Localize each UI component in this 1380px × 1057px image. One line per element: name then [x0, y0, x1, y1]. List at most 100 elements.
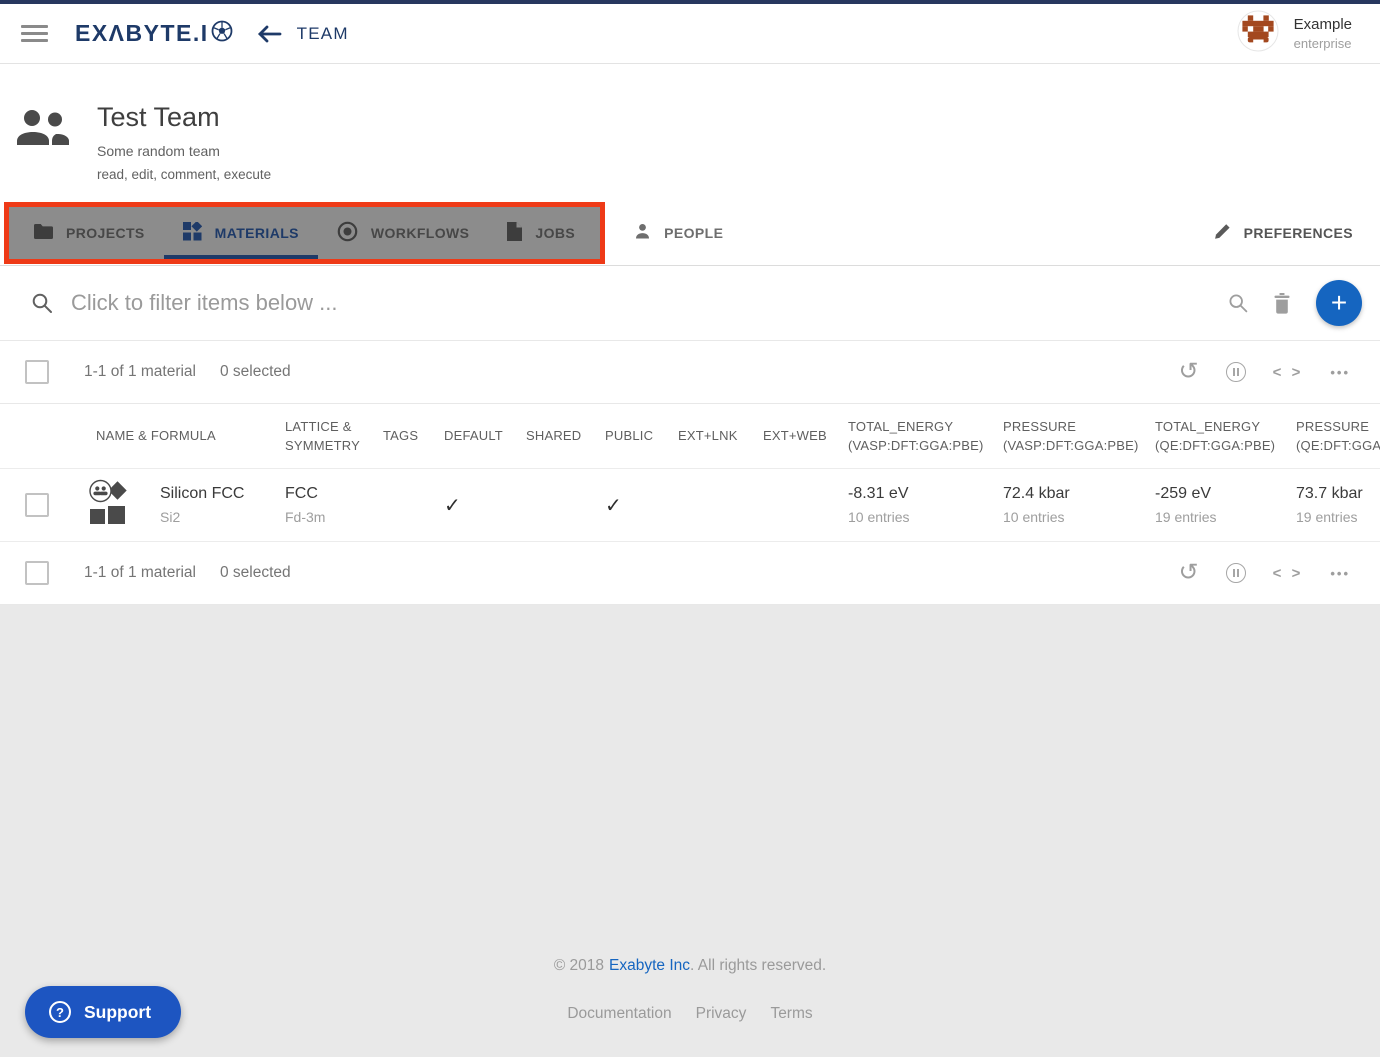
tab-workflows-label: WORKFLOWS — [371, 225, 469, 241]
folder-icon — [34, 224, 53, 242]
col-default[interactable]: DEFAULT — [432, 426, 512, 446]
code-brackets-icon[interactable]: < > — [1273, 565, 1304, 582]
pagination-range: 1-1 of 1 material — [84, 363, 196, 381]
app-window: EXΛBYTE.I TEAM — [0, 0, 1380, 1057]
col-shared[interactable]: SHARED — [512, 426, 592, 446]
row-checkbox[interactable] — [25, 493, 49, 517]
search-button[interactable] — [1228, 293, 1248, 313]
account-menu[interactable]: Example enterprise — [1237, 10, 1352, 57]
tab-projects-label: PROJECTS — [66, 225, 145, 241]
avatar — [1237, 10, 1279, 57]
refresh-undo-icon[interactable]: ↺ — [1179, 360, 1199, 384]
team-description: Some random team — [97, 143, 271, 159]
code-brackets-icon[interactable]: < > — [1273, 364, 1304, 381]
tab-jobs[interactable]: JOBS — [488, 207, 594, 259]
filter-bar: Click to filter items below ... + — [0, 266, 1380, 341]
col-lattice-symmetry[interactable]: LATTICE & SYMMETRY — [270, 417, 370, 456]
link-terms[interactable]: Terms — [770, 1005, 812, 1023]
col-ext-lnk[interactable]: EXT+LNK — [666, 426, 750, 446]
pagination-range-bottom: 1-1 of 1 material — [84, 564, 196, 582]
pressure-vasp-value: 72.4 kbar — [1003, 485, 1142, 503]
hamburger-menu-icon[interactable] — [21, 21, 48, 46]
material-symmetry: Fd-3m — [285, 509, 370, 525]
material-formula: Si2 — [160, 509, 244, 525]
copyright-line: © 2018 Exabyte Inc. All rights reserved. — [0, 605, 1380, 975]
plus-icon: + — [1331, 289, 1347, 317]
total-energy-vasp-entries: 10 entries — [848, 509, 990, 525]
team-header: Test Team Some random team read, edit, c… — [0, 64, 1380, 200]
pagination-row-bottom: 1-1 of 1 material 0 selected ↺ < > ••• — [0, 542, 1380, 605]
col-ext-web[interactable]: EXT+WEB — [750, 426, 836, 446]
document-icon — [507, 222, 522, 244]
page-title: TEAM — [297, 24, 349, 44]
back-arrow-icon[interactable] — [256, 24, 282, 44]
total-energy-vasp-value: -8.31 eV — [848, 485, 990, 503]
tab-jobs-label: JOBS — [535, 225, 575, 241]
material-name: Silicon FCC — [160, 485, 244, 503]
more-options-icon[interactable]: ••• — [1330, 365, 1350, 380]
tab-preferences[interactable]: PREFERENCES — [1195, 200, 1372, 265]
refresh-undo-icon[interactable]: ↺ — [1179, 561, 1199, 585]
exabyte-logo[interactable]: EXΛBYTE.I — [75, 19, 234, 49]
copyright-suffix: . All rights reserved. — [690, 957, 826, 974]
filter-input[interactable]: Click to filter items below ... — [71, 290, 1228, 316]
company-link[interactable]: Exabyte Inc — [609, 957, 690, 974]
select-all-checkbox[interactable] — [25, 360, 49, 384]
col-pressure-vasp[interactable]: PRESSURE (VASP:DFT:GGA:PBE) — [990, 417, 1142, 456]
tab-materials[interactable]: MATERIALS — [164, 207, 318, 259]
material-blocks-icon — [86, 478, 134, 533]
public-checkmark-icon: ✓ — [592, 493, 666, 518]
select-all-checkbox-bottom[interactable] — [25, 561, 49, 585]
tab-bar: PROJECTS MATERIALS WORKFLOWS JOBS — [0, 200, 1380, 266]
legal-links: Documentation Privacy Terms — [0, 1005, 1380, 1023]
tab-people[interactable]: PEOPLE — [615, 200, 742, 265]
support-button[interactable]: ? Support — [25, 986, 181, 1038]
topbar: EXΛBYTE.I TEAM — [0, 4, 1380, 64]
pagination-selected-count: 0 selected — [220, 363, 291, 381]
user-account-type: enterprise — [1294, 36, 1352, 51]
total-energy-qe-entries: 19 entries — [1155, 509, 1284, 525]
support-label: Support — [84, 1002, 151, 1023]
pencil-icon — [1214, 223, 1231, 243]
copyright-prefix: © 2018 — [554, 957, 604, 974]
table-row[interactable]: Silicon FCC Si2 FCC Fd-3m ✓ ✓ -8.31 eV 1… — [0, 469, 1380, 542]
total-energy-qe-value: -259 eV — [1155, 485, 1284, 503]
pagination-row-top: 1-1 of 1 material 0 selected ↺ < > ••• — [0, 341, 1380, 404]
col-total-energy-qe[interactable]: TOTAL_ENERGY (QE:DFT:GGA:PBE) — [1142, 417, 1284, 456]
col-pressure-qe[interactable]: PRESSURE (QE:DFT:GGA:PBE) — [1284, 417, 1380, 456]
more-options-icon[interactable]: ••• — [1330, 566, 1350, 581]
help-icon: ? — [49, 1001, 71, 1023]
pagination-selected-count-bottom: 0 selected — [220, 564, 291, 582]
col-total-energy-vasp[interactable]: TOTAL_ENERGY (VASP:DFT:GGA:PBE) — [836, 417, 990, 456]
team-title: Test Team — [97, 102, 271, 133]
page-footer-area: © 2018Exabyte Inc. All rights reserved. … — [0, 605, 1380, 1056]
person-icon — [634, 223, 651, 243]
team-permissions: read, edit, comment, execute — [97, 167, 271, 182]
add-material-button[interactable]: + — [1316, 280, 1362, 326]
col-tags[interactable]: TAGS — [370, 426, 432, 446]
delete-trash-button[interactable] — [1273, 293, 1291, 314]
col-name-formula[interactable]: NAME & FORMULA — [62, 426, 270, 446]
logo-globe-icon — [209, 19, 234, 49]
table-header-row: NAME & FORMULA LATTICE & SYMMETRY TAGS D… — [0, 404, 1380, 469]
team-people-icon — [15, 108, 71, 157]
pressure-qe-value: 73.7 kbar — [1296, 485, 1380, 503]
tab-preferences-label: PREFERENCES — [1244, 225, 1353, 241]
radio-target-icon — [337, 221, 358, 245]
user-name: Example — [1294, 16, 1352, 33]
tab-materials-label: MATERIALS — [215, 225, 299, 241]
logo-text: EXΛBYTE.I — [75, 20, 209, 47]
search-icon — [31, 292, 53, 314]
link-documentation[interactable]: Documentation — [567, 1005, 671, 1023]
tab-workflows[interactable]: WORKFLOWS — [318, 207, 488, 259]
pause-icon[interactable] — [1226, 362, 1246, 382]
tab-projects[interactable]: PROJECTS — [15, 207, 164, 259]
tab-people-label: PEOPLE — [664, 225, 723, 241]
pressure-qe-entries: 19 entries — [1296, 509, 1380, 525]
link-privacy[interactable]: Privacy — [696, 1005, 747, 1023]
default-checkmark-icon: ✓ — [432, 493, 512, 518]
pause-icon[interactable] — [1226, 563, 1246, 583]
col-public[interactable]: PUBLIC — [592, 426, 666, 446]
annotation-highlight-box: PROJECTS MATERIALS WORKFLOWS JOBS — [4, 202, 605, 264]
material-lattice: FCC — [285, 485, 370, 503]
